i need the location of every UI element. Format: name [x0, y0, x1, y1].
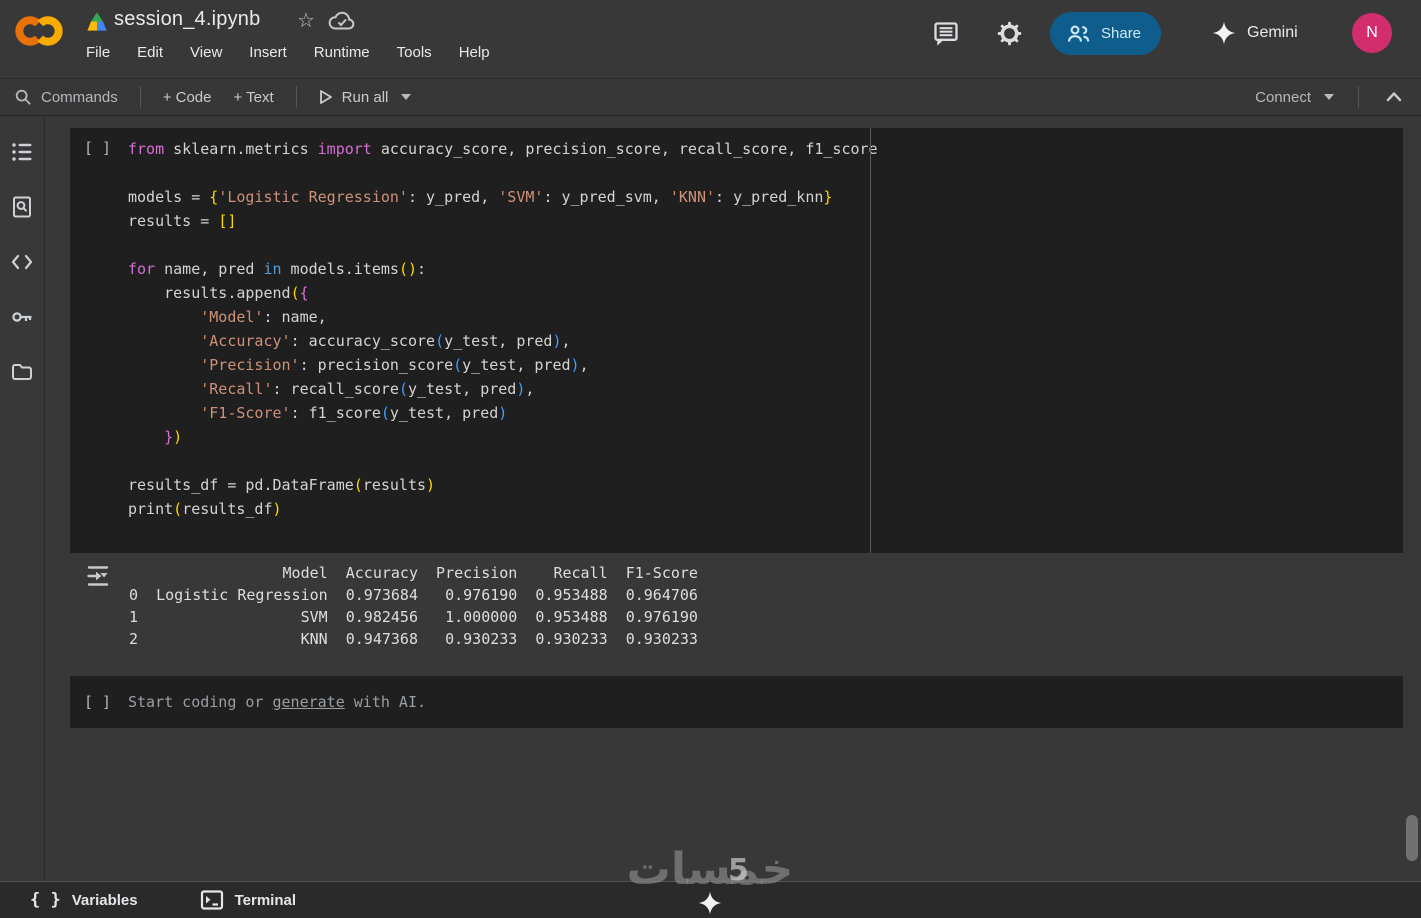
- status-bar: { } Variables Terminal: [0, 881, 1421, 918]
- notebook-filename[interactable]: session_4.ipynb: [114, 8, 260, 31]
- settings-gear-icon[interactable]: [996, 20, 1023, 47]
- search-icon: [15, 89, 31, 105]
- comments-icon[interactable]: [932, 20, 960, 48]
- account-avatar[interactable]: N: [1352, 13, 1392, 53]
- variables-button[interactable]: { } Variables: [30, 890, 138, 910]
- star-icon[interactable]: ☆: [297, 8, 315, 33]
- cloud-saved-icon[interactable]: [328, 10, 356, 32]
- files-folder-icon[interactable]: [10, 360, 34, 384]
- add-text-button[interactable]: + Text: [234, 89, 274, 106]
- code-line[interactable]: for name, pred in models.items():: [128, 257, 878, 281]
- toolbar-divider: [295, 86, 297, 108]
- add-code-label: + Code: [162, 88, 212, 106]
- play-icon: [319, 90, 332, 104]
- terminal-icon: [200, 890, 223, 910]
- connect-button[interactable]: Connect: [1255, 89, 1334, 106]
- toolbar-right: Connect: [1255, 86, 1421, 108]
- variables-braces-icon: { }: [30, 890, 61, 910]
- collapse-header-icon[interactable]: [1383, 87, 1405, 107]
- code-line[interactable]: [128, 233, 878, 257]
- menubar: File Edit View Insert Runtime Tools Help: [86, 44, 490, 61]
- code-line[interactable]: 'Recall': recall_score(y_test, pred),: [128, 377, 878, 401]
- find-and-replace-icon[interactable]: [10, 195, 34, 219]
- left-sidebar: [0, 116, 45, 881]
- output-text: Model Accuracy Precision Recall F1-Score…: [129, 564, 698, 648]
- code-cell[interactable]: [ ] from sklearn.metrics import accuracy…: [70, 128, 1403, 553]
- colab-logo[interactable]: [14, 9, 64, 53]
- people-icon: [1067, 25, 1090, 42]
- placeholder-prefix: Start coding or: [128, 693, 273, 711]
- run-all-button[interactable]: Run all: [319, 89, 412, 106]
- column-ruler: [870, 128, 871, 553]
- vertical-scrollbar-thumb[interactable]: [1406, 815, 1418, 861]
- code-line[interactable]: }): [128, 425, 878, 449]
- add-code-button[interactable]: + Code: [163, 89, 212, 106]
- toolbar-left: Commands + Code + Text Run all: [0, 86, 412, 108]
- share-label: Share: [1101, 25, 1142, 42]
- connect-label: Connect: [1255, 88, 1311, 106]
- variables-label: Variables: [71, 891, 138, 909]
- code-line[interactable]: results = []: [128, 209, 878, 233]
- code-line[interactable]: 'Accuracy': accuracy_score(y_test, pred)…: [128, 329, 878, 353]
- toolbar: Commands + Code + Text Run all Connect: [0, 78, 1421, 116]
- generate-ai-link[interactable]: generate: [273, 693, 345, 711]
- code-line[interactable]: [128, 449, 878, 473]
- gemini-button[interactable]: Gemini: [1211, 20, 1298, 46]
- code-lines[interactable]: from sklearn.metrics import accuracy_sco…: [128, 137, 878, 545]
- code-line[interactable]: results_df = pd.DataFrame(results): [128, 473, 878, 497]
- code-snippets-icon[interactable]: [10, 250, 34, 274]
- gemini-sparkle-icon: [1212, 21, 1236, 45]
- menu-view[interactable]: View: [190, 44, 222, 61]
- notebook-area: [ ] from sklearn.metrics import accuracy…: [46, 116, 1421, 881]
- terminal-button[interactable]: Terminal: [200, 889, 296, 911]
- cell-run-gutter[interactable]: [ ]: [84, 139, 111, 157]
- terminal-label: Terminal: [234, 891, 297, 909]
- secrets-key-icon[interactable]: [10, 305, 34, 329]
- menu-edit[interactable]: Edit: [137, 44, 163, 61]
- toolbar-divider: [1358, 86, 1359, 108]
- output-toggle-icon[interactable]: [85, 563, 111, 589]
- table-of-contents-icon[interactable]: [10, 140, 34, 164]
- menu-runtime[interactable]: Runtime: [314, 44, 370, 61]
- toolbar-divider: [139, 86, 141, 108]
- commands-label: Commands: [41, 88, 118, 106]
- cell-placeholder[interactable]: Start coding or generate with AI.: [128, 693, 426, 711]
- gemini-label: Gemini: [1247, 24, 1298, 41]
- colab-app: session_4.ipynb ☆ File Edit View Insert Runt…: [0, 0, 1421, 918]
- chevron-down-icon: [1324, 94, 1334, 100]
- add-text-label: + Text: [233, 88, 274, 106]
- code-line[interactable]: print(results_df): [128, 497, 878, 521]
- empty-code-cell[interactable]: [ ] Start coding or generate with AI.: [70, 676, 1403, 728]
- menu-insert[interactable]: Insert: [249, 44, 287, 61]
- code-line[interactable]: 'F1-Score': f1_score(y_test, pred): [128, 401, 878, 425]
- share-button[interactable]: Share: [1050, 12, 1162, 55]
- menu-file[interactable]: File: [86, 44, 110, 61]
- header: session_4.ipynb ☆ File Edit View Insert Runt…: [0, 0, 1421, 78]
- code-line[interactable]: results.append({: [128, 281, 878, 305]
- run-all-label: Run all: [341, 88, 389, 106]
- code-line[interactable]: models = {'Logistic Regression': y_pred,…: [128, 185, 878, 209]
- menu-help[interactable]: Help: [459, 44, 490, 61]
- code-line[interactable]: [128, 521, 878, 545]
- code-line[interactable]: 'Model': name,: [128, 305, 878, 329]
- cell-run-gutter[interactable]: [ ]: [84, 693, 111, 711]
- code-line[interactable]: 'Precision': precision_score(y_test, pre…: [128, 353, 878, 377]
- commands-button[interactable]: Commands: [14, 88, 118, 106]
- code-line[interactable]: [128, 161, 878, 185]
- placeholder-suffix: with AI.: [344, 693, 427, 711]
- drive-icon: [87, 12, 107, 31]
- code-line[interactable]: from sklearn.metrics import accuracy_sco…: [128, 137, 878, 161]
- menu-tools[interactable]: Tools: [397, 44, 432, 61]
- chevron-down-icon: [401, 94, 412, 100]
